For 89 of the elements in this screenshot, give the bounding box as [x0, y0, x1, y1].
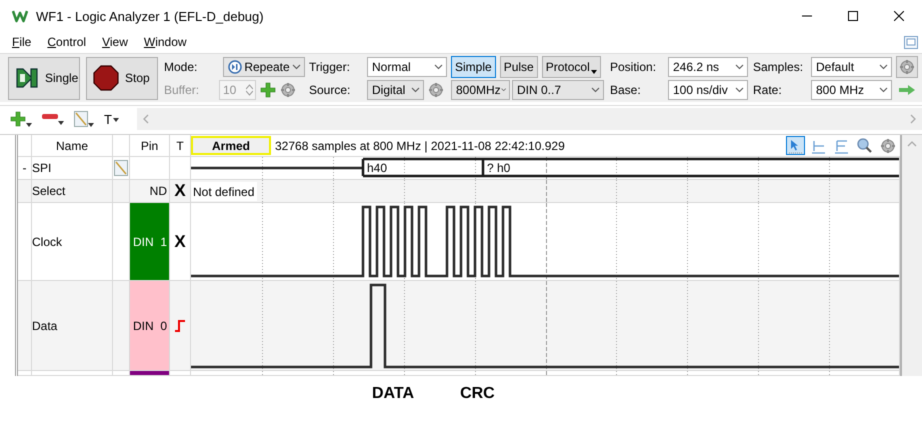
pin-cell: DIN 0 — [130, 281, 170, 371]
source-dropdown[interactable]: Digital — [367, 80, 424, 100]
settings-button[interactable] — [896, 56, 918, 78]
settings-icon[interactable] — [880, 138, 896, 154]
pin-label: ND — [150, 184, 167, 198]
menu-item[interactable]: View — [94, 35, 136, 49]
ruler-icon[interactable] — [114, 160, 128, 176]
rate-dropdown[interactable]: 800 MHz — [811, 80, 892, 100]
vertical-scrollbar[interactable] — [900, 135, 922, 376]
annotation-label: CRC — [460, 385, 495, 403]
position-dropdown[interactable]: 246.2 ns — [668, 56, 748, 76]
mode-label: Mode: — [164, 60, 198, 74]
signal-value: Not defined — [191, 182, 258, 201]
capture-info: 32768 samples at 800 MHz | 2021-11-08 22:42:10.929 — [275, 138, 566, 152]
pin-cell: DIN 1 — [130, 203, 170, 281]
zoom-icon[interactable] — [856, 138, 872, 154]
trigger-mark: X — [174, 181, 186, 201]
position-label: Position: — [610, 60, 656, 74]
menu-item[interactable]: File — [4, 35, 40, 49]
arrow-right-icon[interactable] — [899, 84, 915, 94]
annotation-label: DATA — [372, 385, 414, 403]
column-header: T — [176, 138, 184, 152]
signal-name: Select — [32, 184, 66, 198]
channels-dropdown[interactable]: DIN 0..7 — [512, 80, 604, 100]
column-header: Name — [56, 138, 88, 152]
chevron-icon — [735, 63, 744, 70]
source-label: Source: — [309, 82, 350, 96]
samples-label: Samples: — [753, 60, 804, 74]
dropdown-caret-icon[interactable] — [88, 123, 94, 127]
settings-icon[interactable] — [280, 82, 296, 98]
scroll-right-icon[interactable] — [910, 114, 916, 124]
trigger-type-tab[interactable]: Pulse — [500, 56, 538, 78]
menu-item[interactable]: Control — [39, 35, 94, 49]
text-tool[interactable]: T — [104, 112, 112, 126]
chevron-icon — [879, 63, 888, 70]
signal-name: Data — [32, 318, 58, 332]
bus-value: h40 — [367, 161, 388, 175]
chevron-icon — [500, 86, 506, 93]
settings-icon[interactable] — [428, 82, 444, 98]
trigger-mark: X — [174, 232, 186, 252]
chevron-icon — [292, 63, 301, 70]
chevron-icon — [411, 86, 420, 93]
cursor-icon[interactable] — [834, 138, 850, 154]
rate-dropdown[interactable]: 800MHz — [451, 80, 510, 100]
settings-icon — [899, 58, 915, 74]
chevron-icon — [434, 63, 443, 70]
buffer-label: Buffer: — [164, 82, 200, 96]
rate-label: Rate: — [753, 82, 782, 96]
trigger-label: Trigger: — [309, 60, 350, 74]
plus-icon[interactable] — [10, 111, 26, 127]
repeat-icon — [228, 60, 242, 74]
scroll-left-icon[interactable] — [142, 114, 149, 124]
dropdown-caret-icon[interactable] — [58, 121, 64, 125]
trigger-type-tab[interactable]: Simple — [451, 56, 496, 78]
samples-dropdown[interactable]: Default — [811, 56, 892, 76]
plus-icon[interactable] — [260, 82, 276, 98]
single-button[interactable]: Single — [8, 56, 80, 100]
base-dropdown[interactable]: 100 ns/div — [668, 80, 748, 100]
chevron-icon — [591, 86, 600, 93]
dropdown-caret-icon[interactable] — [112, 118, 119, 122]
status-label: Armed — [191, 136, 271, 155]
collapse-toggle[interactable]: - — [22, 161, 26, 175]
chevron-icon — [735, 86, 744, 93]
menu-item[interactable]: Window — [136, 35, 195, 49]
column-header: Pin — [140, 138, 158, 152]
restore-icon — [904, 36, 918, 48]
spin-arrows-icon — [246, 84, 253, 96]
stop-button[interactable]: Stop — [86, 56, 158, 100]
horizontal-scrollbar[interactable] — [136, 108, 922, 130]
minus-icon[interactable] — [42, 113, 58, 121]
window-title: WF1 - Logic Analyzer 1 (EFL-D_debug) — [36, 8, 265, 24]
signal-name: Clock — [32, 234, 62, 248]
bus-value: ? h0 — [487, 161, 510, 175]
trigger-type-tab[interactable]: Protocol — [542, 56, 601, 78]
mode-dropdown[interactable]: Repeate — [223, 56, 305, 76]
signal-name: SPI — [32, 161, 52, 175]
stop-icon — [93, 65, 119, 91]
buffer-spinbox: 10 — [219, 80, 256, 100]
step-icon — [15, 66, 39, 90]
pointer-icon[interactable] — [788, 138, 804, 154]
dropdown-caret-icon[interactable] — [26, 123, 32, 127]
trigger-dropdown[interactable]: Normal — [367, 56, 447, 76]
base-label: Base: — [610, 82, 641, 96]
chevron-icon — [879, 86, 888, 93]
logo-icon — [12, 9, 28, 23]
maximize-icon — [848, 11, 858, 21]
close-icon — [894, 11, 904, 21]
scroll-up-icon[interactable] — [907, 141, 917, 147]
dropdown-caret-icon — [590, 70, 597, 74]
